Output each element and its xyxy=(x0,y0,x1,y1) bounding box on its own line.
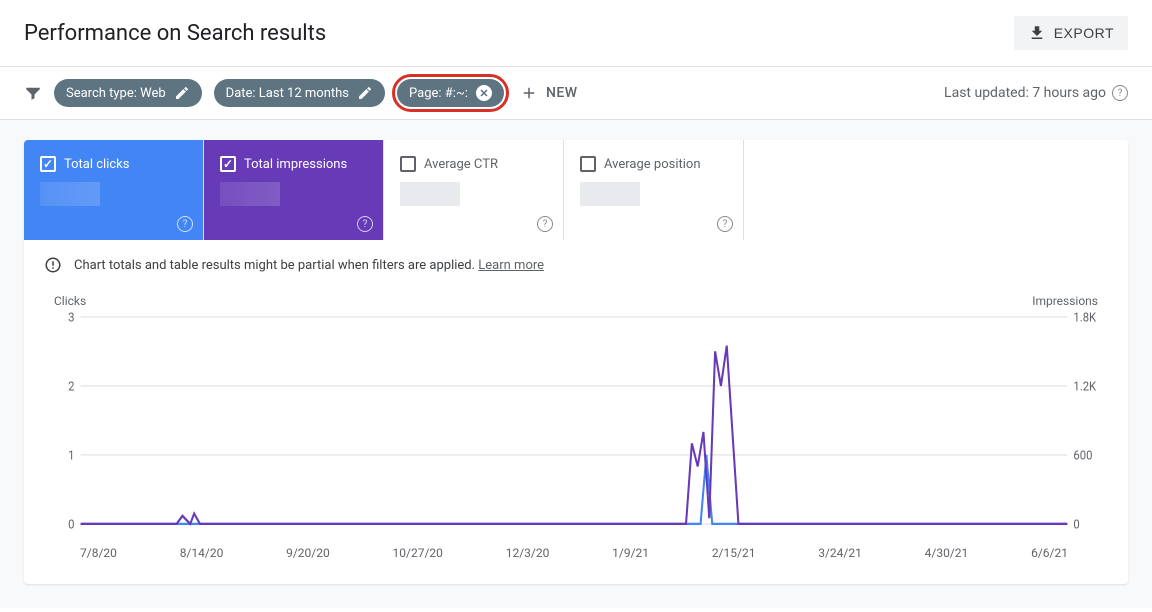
chip-date-label: Date: Last 12 months xyxy=(226,86,349,101)
info-bar: Chart totals and table results might be … xyxy=(24,240,1128,290)
checkbox-ctr[interactable] xyxy=(400,156,416,172)
chip-date[interactable]: Date: Last 12 months xyxy=(214,79,385,107)
metric-clicks-label: Total clicks xyxy=(64,157,129,172)
info-icon xyxy=(44,256,62,274)
export-button[interactable]: EXPORT xyxy=(1014,16,1128,50)
x-axis-ticks: 7/8/208/14/209/20/2010/27/2012/3/201/9/2… xyxy=(54,540,1098,560)
svg-text:1.2K: 1.2K xyxy=(1073,379,1096,394)
svg-text:1: 1 xyxy=(68,448,74,463)
checkbox-position[interactable] xyxy=(580,156,596,172)
close-icon[interactable]: ✕ xyxy=(476,85,492,101)
help-icon[interactable]: ? xyxy=(1112,85,1128,101)
new-filter-button[interactable]: NEW xyxy=(520,84,578,102)
page-title: Performance on Search results xyxy=(24,21,326,46)
help-icon[interactable]: ? xyxy=(537,216,553,232)
svg-text:1.8K: 1.8K xyxy=(1073,310,1096,325)
chart-area: Clicks Impressions 0 0 1 600 2 1.2K 3 1.8K 7/8/… xyxy=(24,290,1128,584)
info-text: Chart totals and table results might be … xyxy=(74,258,475,273)
learn-more-link[interactable]: Learn more xyxy=(478,258,544,273)
right-axis-title: Impressions xyxy=(1032,294,1098,308)
export-label: EXPORT xyxy=(1054,25,1114,41)
metrics-row: Total clicks ? Total impressions ? Avera… xyxy=(24,140,1128,240)
help-icon[interactable]: ? xyxy=(717,216,733,232)
chip-search-type[interactable]: Search type: Web xyxy=(54,79,202,107)
filter-bar: Search type: Web Date: Last 12 months Pa… xyxy=(0,67,1152,119)
svg-text:600: 600 xyxy=(1073,448,1092,463)
tab-average-position[interactable]: Average position ? xyxy=(564,140,744,240)
help-icon[interactable]: ? xyxy=(177,216,193,232)
chip-page[interactable]: Page: #:~: ✕ xyxy=(397,79,504,107)
metric-impressions-value xyxy=(220,182,280,206)
chip-page-label: Page: #:~: xyxy=(409,86,468,101)
last-updated-text: Last updated: 7 hours ago xyxy=(944,85,1106,101)
new-filter-label: NEW xyxy=(546,85,578,101)
left-axis-title: Clicks xyxy=(54,294,86,308)
svg-text:0: 0 xyxy=(68,517,75,532)
checkbox-impressions[interactable] xyxy=(220,156,236,172)
plus-icon xyxy=(520,84,538,102)
last-updated: Last updated: 7 hours ago ? xyxy=(944,85,1128,101)
metric-position-value xyxy=(580,182,640,206)
chip-search-type-label: Search type: Web xyxy=(66,86,166,101)
svg-text:3: 3 xyxy=(68,310,74,325)
svg-text:2: 2 xyxy=(68,379,75,394)
filter-icon[interactable] xyxy=(24,84,42,102)
metric-clicks-value xyxy=(40,182,100,206)
help-icon[interactable]: ? xyxy=(357,216,373,232)
metric-impressions-label: Total impressions xyxy=(244,157,347,172)
content-area: Total clicks ? Total impressions ? Avera… xyxy=(0,119,1152,608)
metric-ctr-value xyxy=(400,182,460,206)
svg-text:0: 0 xyxy=(1073,517,1080,532)
tab-total-impressions[interactable]: Total impressions ? xyxy=(204,140,384,240)
tab-total-clicks[interactable]: Total clicks ? xyxy=(24,140,204,240)
metric-ctr-label: Average CTR xyxy=(424,157,498,172)
pencil-icon xyxy=(357,85,373,101)
chart-card: Total clicks ? Total impressions ? Avera… xyxy=(24,140,1128,584)
line-chart: 0 0 1 600 2 1.2K 3 1.8K xyxy=(54,310,1098,540)
checkbox-clicks[interactable] xyxy=(40,156,56,172)
download-icon xyxy=(1028,24,1046,42)
pencil-icon xyxy=(174,85,190,101)
metric-position-label: Average position xyxy=(604,157,701,172)
tab-average-ctr[interactable]: Average CTR ? xyxy=(384,140,564,240)
page-header: Performance on Search results EXPORT xyxy=(0,0,1152,66)
